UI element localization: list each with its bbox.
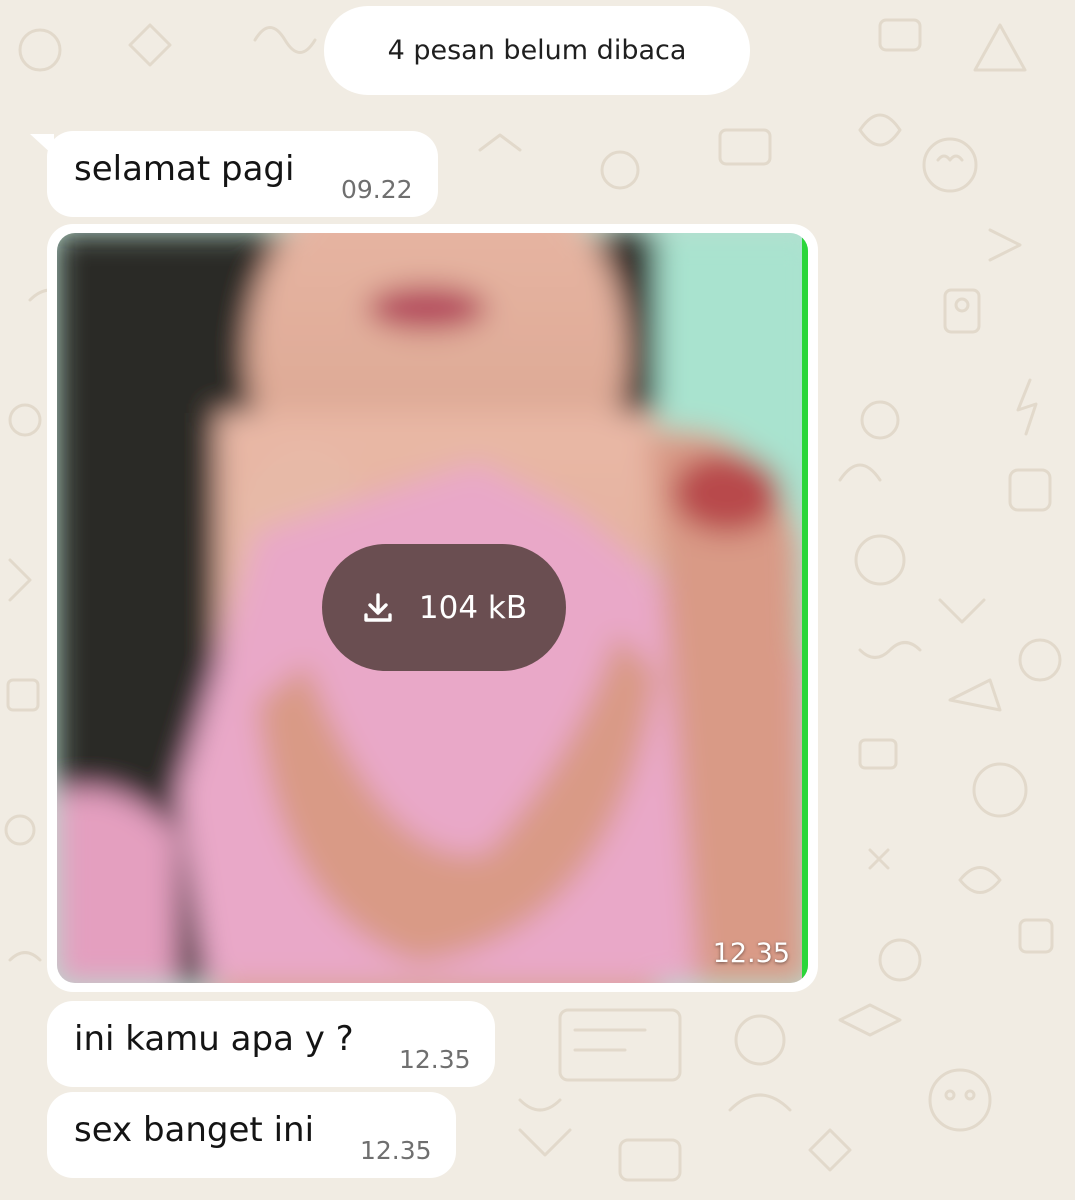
unread-messages-label: 4 pesan belum dibaca xyxy=(387,35,687,66)
image-preview[interactable]: 104 kB 12.35 xyxy=(57,233,808,983)
message-text: selamat pagi xyxy=(74,149,295,189)
image-message-bubble[interactable]: 104 kB 12.35 xyxy=(47,224,818,992)
message-timestamp: 12.35 xyxy=(360,1136,432,1165)
download-icon xyxy=(364,592,392,622)
download-size-label: 104 kB xyxy=(418,589,528,626)
message-timestamp: 12.35 xyxy=(712,938,790,969)
download-button[interactable]: 104 kB xyxy=(322,544,566,671)
message-text: ini kamu apa y ? xyxy=(74,1019,354,1059)
message-timestamp: 12.35 xyxy=(399,1045,471,1074)
message-bubble[interactable]: selamat pagi 09.22 xyxy=(47,131,438,217)
unread-messages-banner: 4 pesan belum dibaca xyxy=(324,6,750,95)
message-text: sex banget ini xyxy=(74,1110,315,1150)
message-timestamp: 09.22 xyxy=(341,175,413,204)
message-bubble[interactable]: ini kamu apa y ? 12.35 xyxy=(47,1001,495,1087)
message-bubble[interactable]: sex banget ini 12.35 xyxy=(47,1092,456,1178)
